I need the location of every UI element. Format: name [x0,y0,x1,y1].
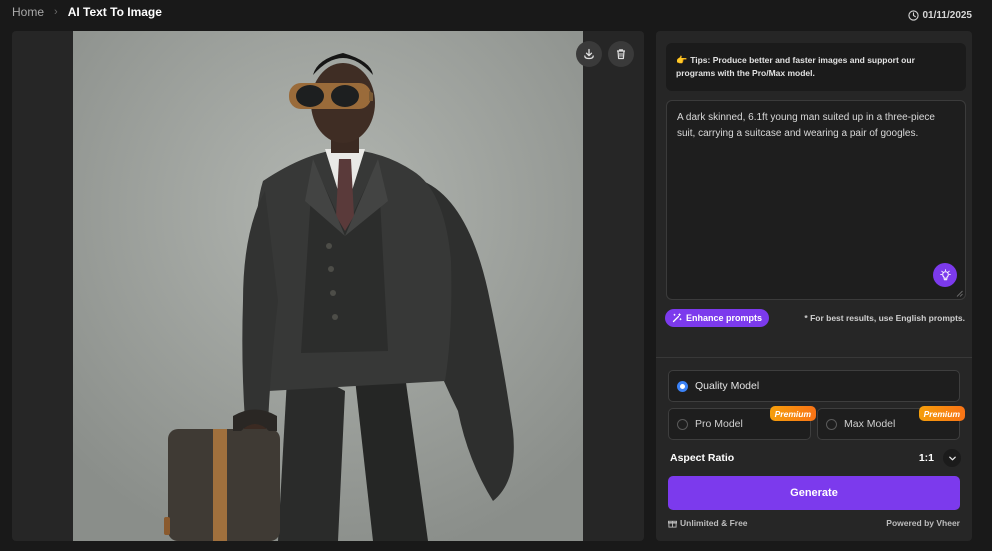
date-display: 01/11/2025 [907,10,973,21]
pro-model-option[interactable]: Pro Model Premium [668,406,816,440]
image-preview-panel [12,31,644,541]
powered-by-text: Powered by Vheer [886,518,960,528]
top-bar: Home › AI Text To Image 01/11/2025 [0,0,992,28]
gift-icon [668,520,677,528]
trash-icon [617,49,625,60]
aspect-ratio-dropdown[interactable] [943,449,961,467]
breadcrumb: Home › AI Text To Image [12,5,162,19]
enhance-prompts-button[interactable]: Enhance prompts [665,309,770,327]
generated-image[interactable] [73,31,583,541]
date-text: 01/11/2025 [922,10,973,21]
download-icon [584,48,594,60]
download-button[interactable] [576,41,602,67]
pointing-hand-icon: 👉 [676,55,688,65]
resize-grip-icon[interactable] [956,290,963,297]
max-model-option[interactable]: Max Model Premium [817,406,965,440]
max-model-radio[interactable] [826,418,837,430]
breadcrumb-home-link[interactable]: Home [12,5,44,19]
generated-image-illustration [73,31,583,541]
breadcrumb-current: AI Text To Image [67,5,162,19]
magic-wand-icon [672,313,682,323]
image-actions [576,41,634,67]
english-prompt-note: * For best results, use English prompts. [804,313,965,323]
prompt-idea-button[interactable] [933,263,957,287]
pro-model-label: Pro Model [695,418,743,430]
clock-icon [907,10,919,21]
pro-premium-badge: Premium [769,406,816,421]
settings-panel: 👉 Tips: Produce better and faster images … [656,31,972,541]
quality-model-option[interactable]: Quality Model [668,370,960,402]
enhance-prompts-label: Enhance prompts [686,313,763,323]
breadcrumb-separator: › [54,6,58,18]
aspect-ratio-value[interactable]: 1:1 [919,452,934,464]
generate-button[interactable]: Generate [668,476,960,510]
aspect-ratio-label: Aspect Ratio [670,452,735,464]
delete-button[interactable] [608,41,634,67]
tips-box: 👉 Tips: Produce better and faster images … [666,43,966,91]
unlimited-free-text: Unlimited & Free [680,518,748,528]
tips-text: Tips: Produce better and faster images a… [676,55,915,78]
max-premium-badge: Premium [918,406,965,421]
chevron-down-icon [948,456,956,460]
prompt-textarea[interactable]: A dark skinned, 6.1ft young man suited u… [666,100,966,300]
pro-model-radio[interactable] [677,418,688,430]
prompt-text[interactable]: A dark skinned, 6.1ft young man suited u… [677,110,953,142]
section-divider [656,357,972,358]
quality-model-label: Quality Model [695,380,760,392]
unlimited-free-label: Unlimited & Free [668,518,748,528]
max-model-label: Max Model [844,418,896,430]
quality-model-radio[interactable] [677,380,688,392]
lightbulb-icon [939,268,951,280]
